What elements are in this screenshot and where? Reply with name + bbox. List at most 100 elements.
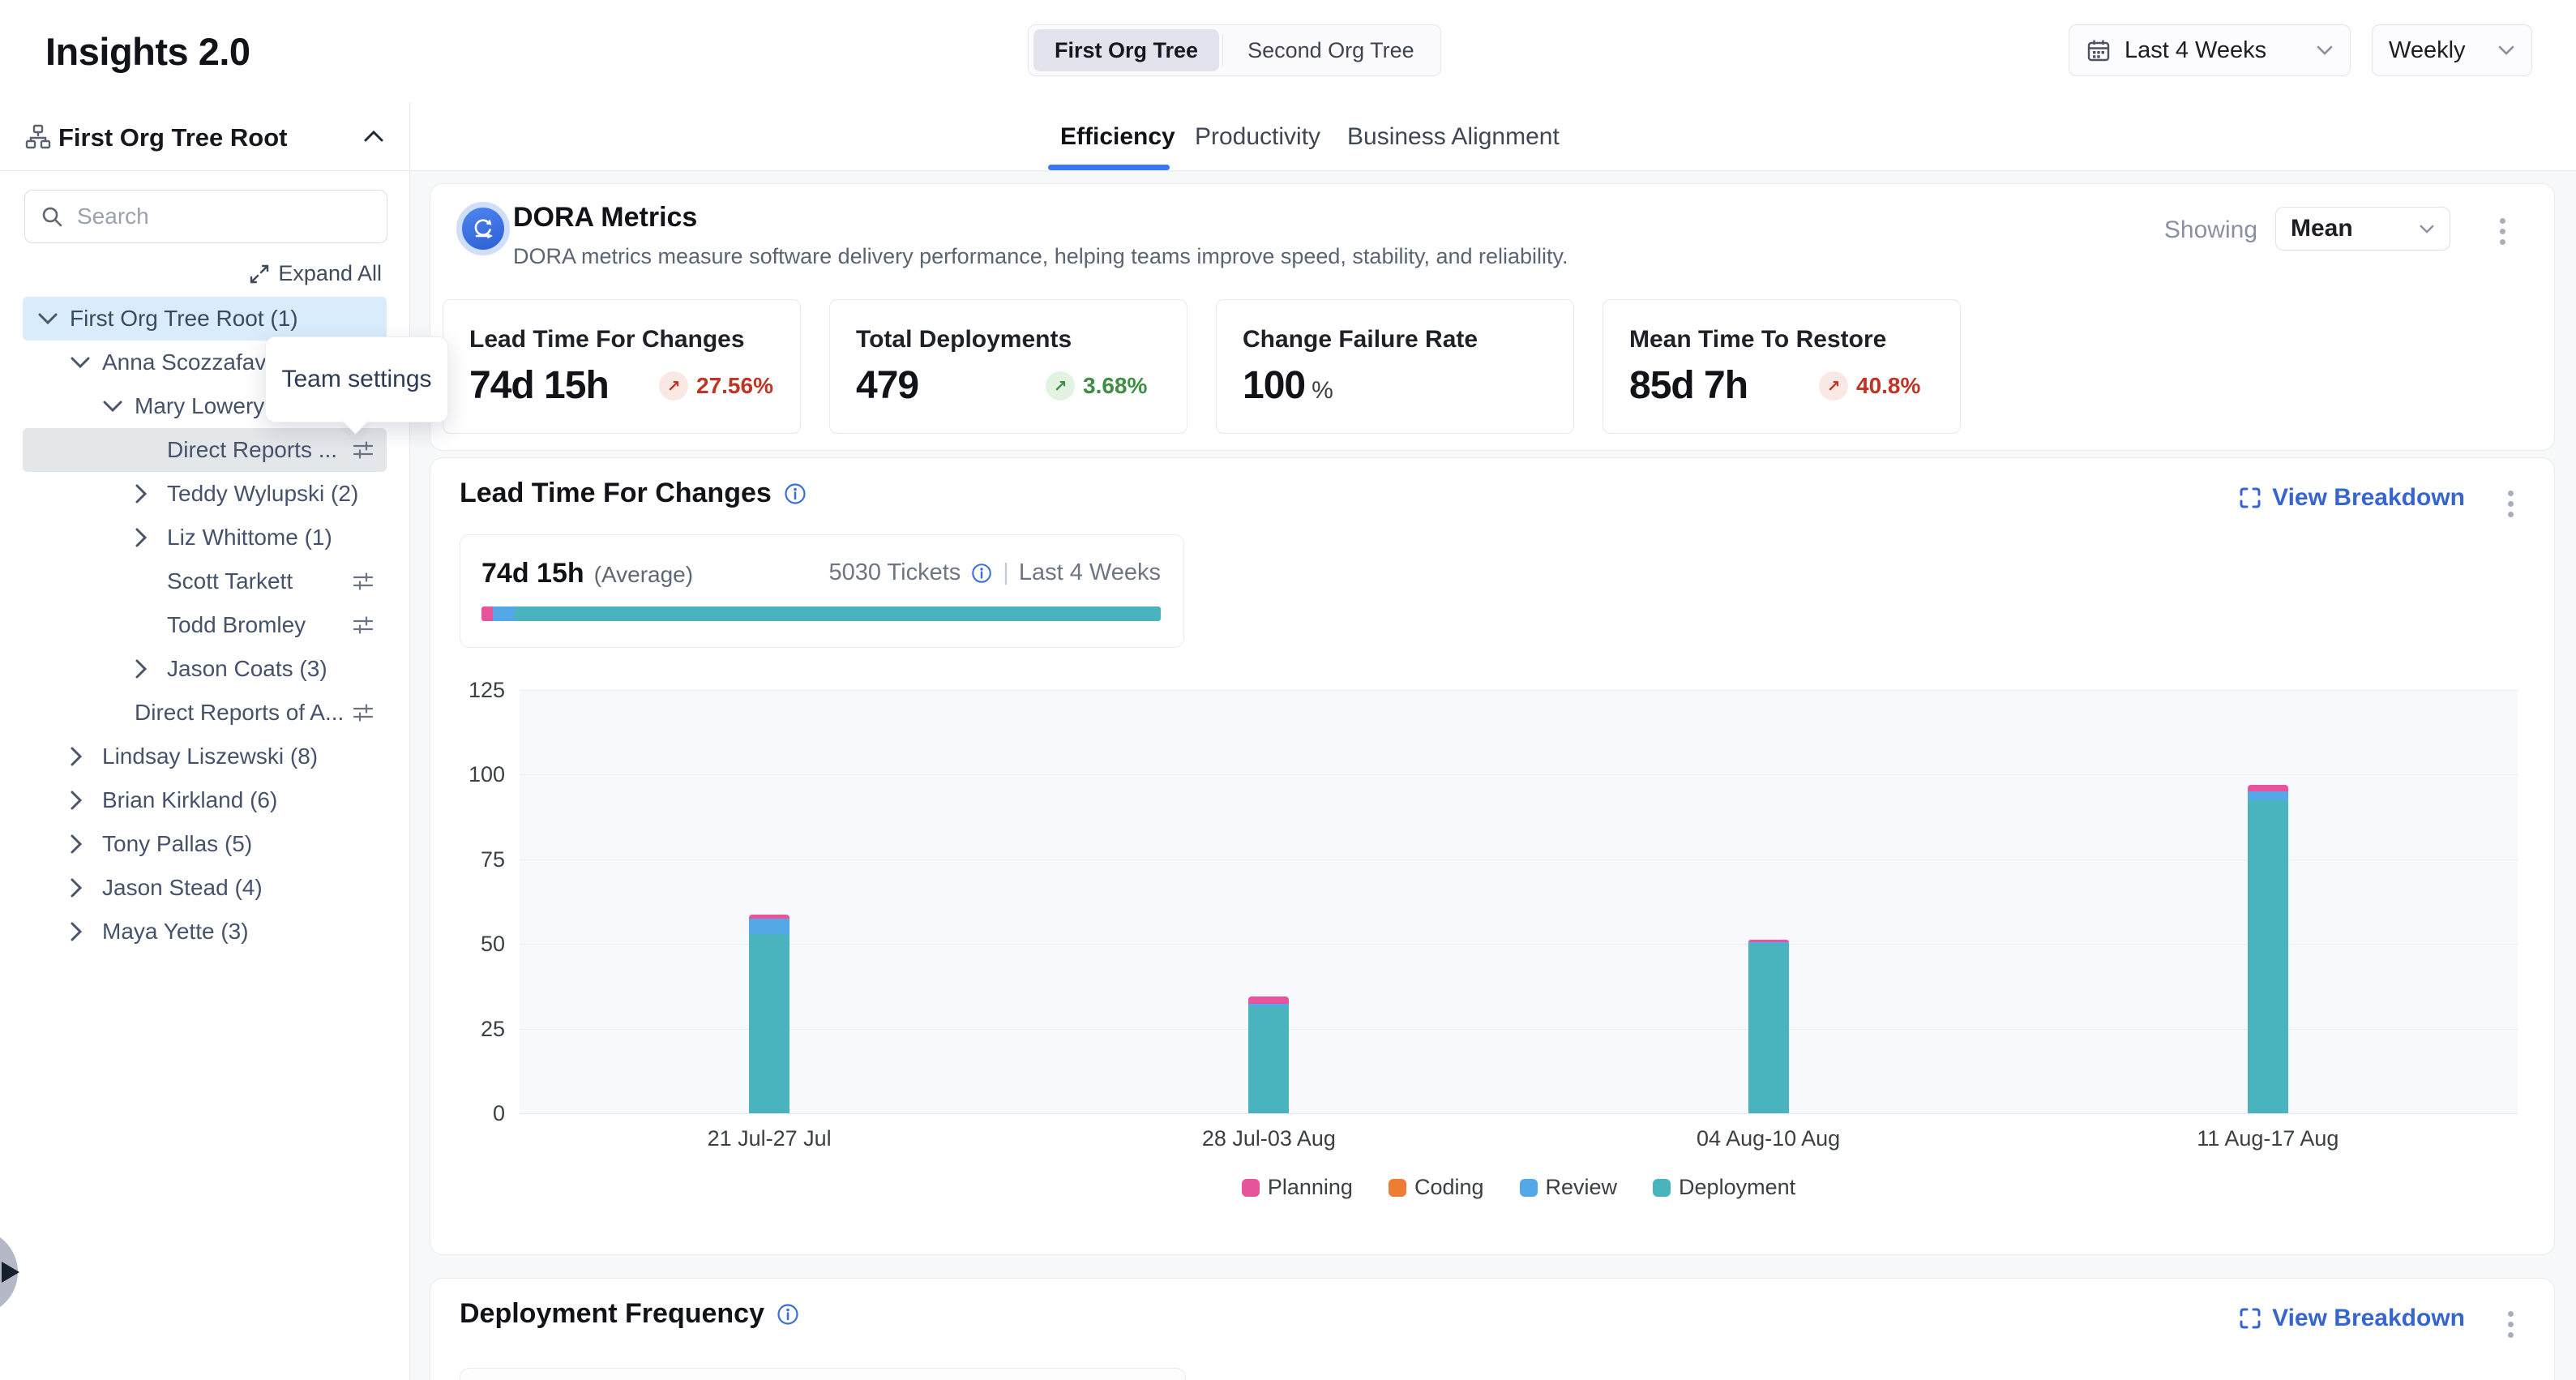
expand-icon xyxy=(249,264,270,285)
tree-item-label: Brian Kirkland (6) xyxy=(102,787,277,813)
dora-metrics-panel: DORA Metrics DORA metrics measure softwa… xyxy=(430,183,2555,451)
chevron-right-icon[interactable] xyxy=(135,527,167,548)
bar-21 Jul-27 Jul[interactable] xyxy=(749,915,789,1113)
lead-kebab-menu[interactable] xyxy=(2503,486,2518,522)
org-chart-icon xyxy=(24,123,52,151)
tree-item[interactable]: Direct Reports of A... xyxy=(23,691,387,735)
bar-11 Aug-17 Aug[interactable] xyxy=(2248,785,2288,1113)
tree-item-label: First Org Tree Root (1) xyxy=(70,306,298,332)
deploy-kebab-menu[interactable] xyxy=(2503,1306,2518,1343)
stat-card: Lead Time For Changes74d 15h↗27.56% xyxy=(443,299,801,434)
team-settings-icon[interactable] xyxy=(353,439,374,461)
tab-business-alignment[interactable]: Business Alignment xyxy=(1347,123,1560,151)
chevron-right-icon[interactable] xyxy=(70,877,102,898)
granularity-select[interactable]: Weekly xyxy=(2372,24,2532,76)
tree-item[interactable]: Scott Tarkett xyxy=(23,559,387,603)
stat-card-title: Total Deployments xyxy=(856,326,1072,354)
tree-item[interactable]: Jason Coats (3) xyxy=(23,647,387,691)
trend-up-arrow-icon: ↗ xyxy=(1819,371,1848,401)
granularity-value: Weekly xyxy=(2389,37,2466,64)
tree-item-label: Scott Tarkett xyxy=(167,568,293,594)
date-range-value: Last 4 Weeks xyxy=(2125,37,2266,64)
search-input[interactable] xyxy=(75,203,372,230)
legend-swatch xyxy=(1242,1179,1260,1197)
lead-summary-card: 74d 15h (Average) 5030 Tickets | Last 4 … xyxy=(460,534,1184,648)
bar-segment-review xyxy=(749,919,789,934)
legend-item-review: Review xyxy=(1520,1175,1618,1200)
chevron-right-icon[interactable] xyxy=(135,658,167,679)
tree-item[interactable]: Tony Pallas (5) xyxy=(23,822,387,866)
tree-item[interactable]: Direct Reports ... xyxy=(23,428,387,472)
tree-item[interactable]: Maya Yette (3) xyxy=(23,910,387,954)
lead-average-value: 74d 15h xyxy=(481,558,584,589)
bar-segment-planning xyxy=(1248,996,1289,1004)
deploy-view-breakdown-link[interactable]: View Breakdown xyxy=(2238,1305,2465,1332)
bar-segment-deployment xyxy=(1248,1006,1289,1113)
expand-all-button[interactable]: Expand All xyxy=(249,261,382,286)
date-range-select[interactable]: Last 4 Weeks xyxy=(2069,24,2351,76)
tree-item[interactable]: Liz Whittome (1) xyxy=(23,516,387,559)
chevron-down-icon[interactable] xyxy=(70,356,102,369)
gridline xyxy=(520,1029,2518,1030)
tooltip-label: Team settings xyxy=(281,366,431,393)
team-settings-tooltip: Team settings xyxy=(265,336,448,422)
tree-item-label: Jason Coats (3) xyxy=(167,656,327,682)
stat-card-title: Lead Time For Changes xyxy=(469,326,745,354)
info-icon[interactable] xyxy=(776,1302,800,1326)
chevron-down-icon[interactable] xyxy=(37,312,70,325)
toggle-second-org-tree[interactable]: Second Org Tree xyxy=(1226,29,1436,71)
tree-item[interactable]: Brian Kirkland (6) xyxy=(23,778,387,822)
chevron-right-icon[interactable] xyxy=(70,746,102,767)
dora-stats-row: Lead Time For Changes74d 15h↗27.56%Total… xyxy=(443,299,1961,434)
stat-card: Change Failure Rate100% xyxy=(1216,299,1574,434)
top-header: Insights 2.0 First Org Tree Second Org T… xyxy=(0,0,2576,103)
chevron-right-icon[interactable] xyxy=(70,921,102,942)
tree-item-label: Anna Scozzafava xyxy=(102,349,279,375)
sidebar-collapse-button[interactable] xyxy=(359,122,388,151)
chevron-down-icon[interactable] xyxy=(102,400,135,413)
stat-delta-badge: ↗3.68% xyxy=(1046,371,1147,401)
team-settings-icon[interactable] xyxy=(353,702,374,723)
sidebar-title: First Org Tree Root xyxy=(58,123,287,152)
chevron-right-icon[interactable] xyxy=(70,790,102,811)
chevron-right-icon[interactable] xyxy=(135,483,167,504)
bar-04 Aug-10 Aug[interactable] xyxy=(1748,940,1789,1113)
info-icon[interactable] xyxy=(783,482,807,506)
tree-item[interactable]: Teddy Wylupski (2) xyxy=(23,472,387,516)
sidebar-header: First Org Tree Root xyxy=(0,102,409,171)
dora-description: DORA metrics measure software delivery p… xyxy=(513,244,1568,269)
chevron-down-icon xyxy=(2316,45,2334,56)
bar-28 Jul-03 Aug[interactable] xyxy=(1248,996,1289,1113)
chevron-right-icon[interactable] xyxy=(70,834,102,855)
tree-item[interactable]: Lindsay Liszewski (8) xyxy=(23,735,387,778)
tab-productivity[interactable]: Productivity xyxy=(1195,123,1320,151)
y-axis-tick: 125 xyxy=(430,678,505,702)
tree-item[interactable]: First Org Tree Root (1) xyxy=(23,297,387,341)
stat-card: Mean Time To Restore85d 7h↗40.8% xyxy=(1603,299,1961,434)
trend-up-arrow-icon: ↗ xyxy=(659,371,688,401)
toggle-first-org-tree[interactable]: First Org Tree xyxy=(1033,29,1219,71)
tree-item[interactable]: Jason Stead (4) xyxy=(23,866,387,910)
trend-up-arrow-icon: ↗ xyxy=(1046,371,1075,401)
stat-delta-percent: 27.56% xyxy=(696,373,773,399)
team-settings-icon[interactable] xyxy=(353,615,374,636)
bar-segment-planning xyxy=(2248,785,2288,791)
chevron-down-icon xyxy=(2419,224,2435,234)
team-settings-icon[interactable] xyxy=(353,571,374,592)
separator: | xyxy=(1003,559,1009,586)
lead-view-breakdown-link[interactable]: View Breakdown xyxy=(2238,484,2465,512)
dora-loop-icon xyxy=(456,202,510,255)
tab-efficiency[interactable]: Efficiency xyxy=(1060,123,1175,151)
bar-segment-deployment xyxy=(1748,944,1789,1113)
active-tab-indicator xyxy=(1048,165,1170,170)
legend-item-planning: Planning xyxy=(1242,1175,1353,1200)
dora-kebab-menu[interactable] xyxy=(2495,213,2510,250)
org-sidebar: First Org Tree Root Expand All Firs xyxy=(0,102,410,1380)
tree-item[interactable]: Todd Bromley xyxy=(23,603,387,647)
insights-app: Insights 2.0 First Org Tree Second Org T… xyxy=(0,0,2576,1380)
x-axis-label: 28 Jul-03 Aug xyxy=(1147,1126,1390,1151)
showing-select[interactable]: Mean xyxy=(2275,207,2450,251)
info-icon[interactable] xyxy=(970,562,993,585)
stat-card-title: Change Failure Rate xyxy=(1243,326,1478,354)
tree-item-label: Jason Stead (4) xyxy=(102,875,263,901)
